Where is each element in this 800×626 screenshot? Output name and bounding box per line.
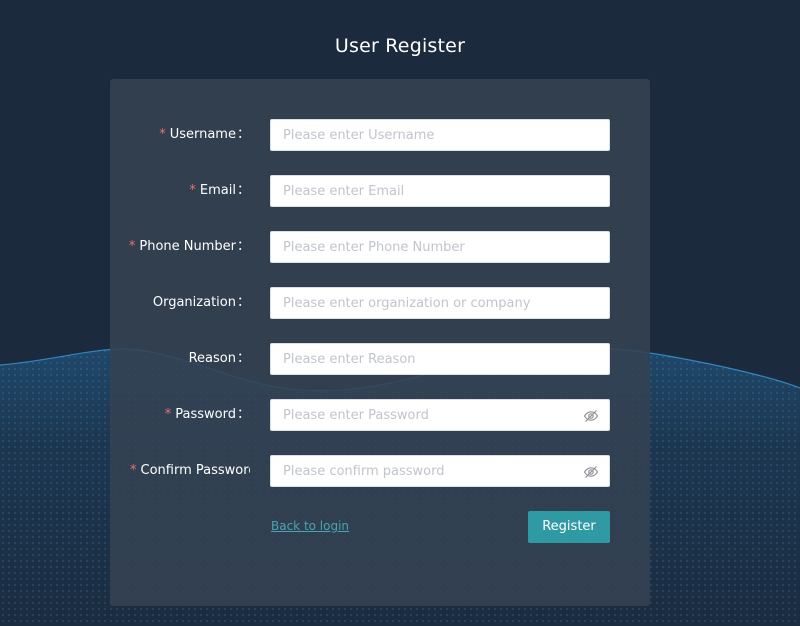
confirm-password-label: *Confirm Password： [130, 463, 250, 478]
required-mark: * [130, 463, 137, 478]
reason-field-box [270, 343, 610, 375]
password-label: * Password： [164, 407, 250, 422]
username-field-box [270, 119, 610, 151]
required-mark: * [128, 239, 136, 254]
organization-label: Organization： [152, 295, 250, 310]
phone-number-label: * Phone Number： [128, 239, 250, 254]
username-input[interactable] [271, 120, 583, 150]
form-row-organization: Organization： [110, 287, 650, 319]
back-to-login-link[interactable]: Back to login [271, 519, 349, 533]
form-row-email: * Email： [110, 175, 650, 207]
password-input[interactable] [271, 400, 583, 430]
register-form: *Username： *Email： *Phone Number： Organi… [110, 79, 650, 606]
organization-input[interactable] [271, 288, 583, 318]
reason-label: Reason： [188, 351, 250, 366]
phone-field-box [270, 231, 610, 263]
required-mark: * [189, 183, 196, 198]
confirm-password-input[interactable] [271, 456, 583, 486]
eye-off-icon[interactable] [583, 464, 599, 480]
email-input[interactable] [271, 176, 583, 206]
form-row-username: * Username： [110, 119, 650, 151]
required-mark: * [164, 407, 172, 422]
form-row-password: * Password： [110, 399, 650, 431]
confirm-password-field-box [270, 455, 610, 487]
username-label: * Username： [159, 127, 250, 142]
form-row-confirm-password: *Confirm Password： [110, 455, 650, 487]
email-field-box [270, 175, 610, 207]
page-title: User Register [334, 35, 466, 57]
required-mark: * [159, 127, 166, 142]
form-row-phone: * Phone Number： [110, 231, 650, 263]
reason-input[interactable] [271, 344, 583, 374]
phone-number-input[interactable] [271, 232, 583, 262]
password-field-box [270, 399, 610, 431]
organization-field-box [270, 287, 610, 319]
email-label: * Email： [189, 183, 250, 198]
register-button[interactable]: Register [528, 511, 610, 543]
eye-off-icon[interactable] [583, 408, 599, 424]
form-row-reason: Reason： [110, 343, 650, 375]
